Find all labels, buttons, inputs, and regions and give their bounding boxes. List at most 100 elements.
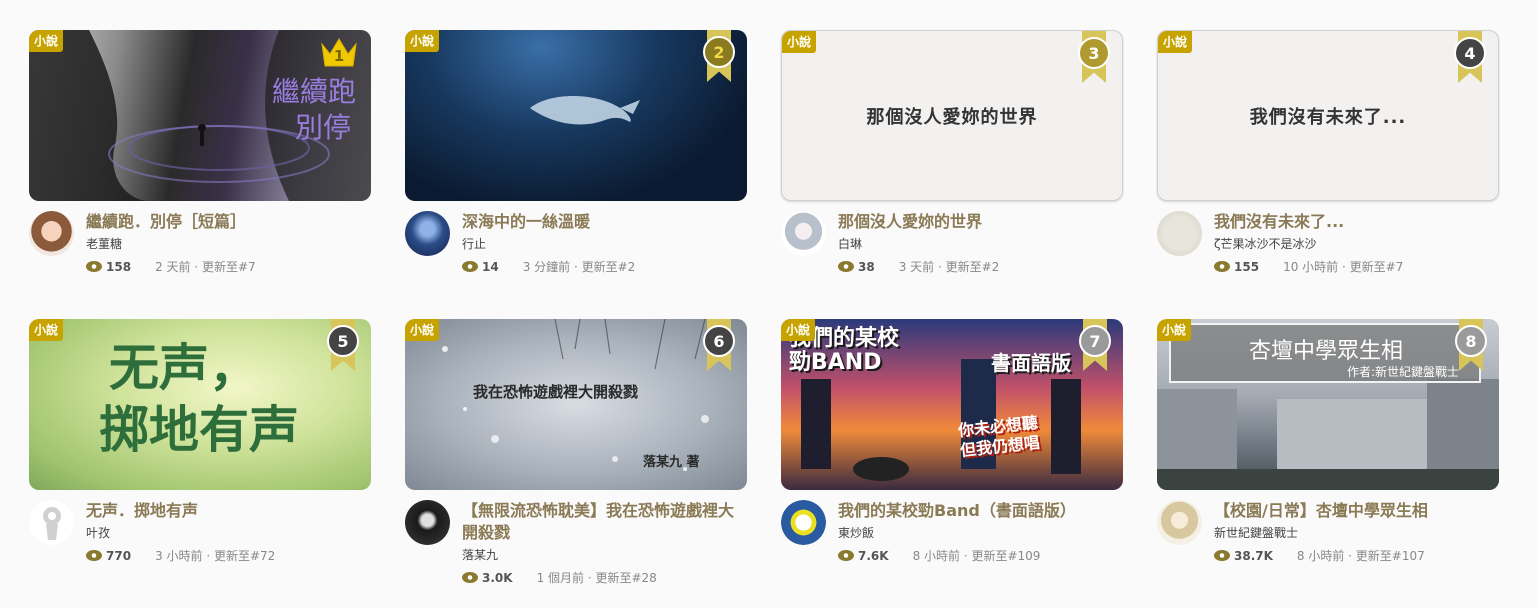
author-name[interactable]: 行止: [462, 236, 747, 252]
update-info: 3 天前 · 更新至#2: [898, 260, 1000, 274]
cover-image[interactable]: 那個沒人愛妳的世界 小說 3: [781, 30, 1123, 201]
eye-icon: [838, 550, 854, 561]
update-info: 8 小時前 · 更新至#109: [912, 549, 1041, 563]
view-count: 155: [1234, 259, 1260, 274]
rank-number: 6: [703, 325, 735, 357]
rank-badge: 7: [1079, 319, 1111, 371]
cover-title: 杏壇中學眾生相: [1249, 339, 1404, 364]
novel-card[interactable]: 我們的某校 勁BAND 書面語版 你未必想聽 但我仍想唱 小說 7 我們的某校勁…: [781, 319, 1123, 608]
novel-title[interactable]: 无声．掷地有声: [86, 500, 371, 522]
cover-image[interactable]: 杏壇中學眾生相 作者:新世紀鍵盤戰士 小說 8: [1157, 319, 1499, 490]
cover-title: 我在恐怖遊戲裡大開殺戮: [473, 383, 639, 401]
category-tag: 小說: [781, 319, 816, 341]
novel-title[interactable]: 【校園/日常】杏壇中學眾生相: [1214, 500, 1499, 522]
rank-badge: 6: [703, 319, 735, 371]
category-tag: 小說: [405, 319, 440, 341]
rank-number: 4: [1454, 37, 1486, 69]
eye-icon: [86, 550, 102, 561]
author-avatar[interactable]: [405, 500, 450, 545]
cover-title: 那個沒人愛妳的世界: [866, 106, 1038, 128]
novel-card[interactable]: 无声， 掷地有声 小說 5 无声．掷地有声 叶孜 770 3 小時前 · 更新至…: [29, 319, 371, 608]
view-count: 38.7K: [1234, 548, 1273, 563]
rank-badge: 8: [1455, 319, 1487, 371]
novel-card[interactable]: 我在恐怖遊戲裡大開殺戮 落某九 著 小說 6 【無限流恐怖耽美】我在恐怖遊戲裡大…: [405, 319, 747, 608]
cover-author: 作者:新世紀鍵盤戰士: [1346, 365, 1459, 379]
view-count: 38: [858, 259, 875, 274]
category-tag: 小說: [29, 30, 64, 52]
author-name[interactable]: ζ芒果冰沙不是冰沙: [1214, 236, 1499, 252]
novel-card[interactable]: 小說 2 深海中的一絲溫暖 行止 14 3 分鐘前 · 更新至#2: [405, 30, 747, 319]
novel-title[interactable]: 繼續跑．別停［短篇］: [86, 211, 371, 233]
eye-icon: [1214, 550, 1230, 561]
update-info: 8 小時前 · 更新至#107: [1296, 549, 1425, 563]
novel-card[interactable]: 那個沒人愛妳的世界 小說 3 那個沒人愛妳的世界 白琳 38 3 天前 · 更新…: [781, 30, 1123, 319]
category-tag: 小說: [405, 30, 440, 52]
rank-badge: 4: [1454, 31, 1486, 83]
rank-number: 5: [327, 325, 359, 357]
cover-image[interactable]: 我們沒有未來了... 小說 4: [1157, 30, 1499, 201]
category-tag: 小說: [29, 319, 64, 341]
novel-title[interactable]: 我們的某校勁Band（書面語版）: [838, 500, 1123, 522]
author-name[interactable]: 新世紀鍵盤戰士: [1214, 525, 1499, 541]
cover-title: 繼續跑 別停: [271, 75, 356, 144]
category-tag: 小說: [1157, 319, 1192, 341]
cover-author: 落某九 著: [643, 455, 700, 470]
novel-title[interactable]: 【無限流恐怖耽美】我在恐怖遊戲裡大開殺戮: [462, 500, 747, 544]
novel-title[interactable]: 深海中的一絲溫暖: [462, 211, 747, 233]
eye-icon: [86, 261, 102, 272]
author-avatar[interactable]: [781, 211, 826, 256]
author-avatar[interactable]: [29, 211, 74, 256]
update-info: 2 天前 · 更新至#7: [155, 260, 256, 274]
author-name[interactable]: 叶孜: [86, 525, 371, 541]
cover-title: 我們沒有未來了...: [1249, 106, 1407, 128]
rank-number: 7: [1079, 325, 1111, 357]
rank-number: 2: [703, 36, 735, 68]
rank-number: 8: [1455, 325, 1487, 357]
rank-badge: 5: [327, 319, 359, 371]
cover-image[interactable]: 我在恐怖遊戲裡大開殺戮 落某九 著 小說 6: [405, 319, 747, 490]
update-info: 1 個月前 · 更新至#28: [536, 571, 657, 585]
cover-slogan: 你未必想聽 但我仍想唱: [957, 412, 1041, 461]
whale-illustration: [530, 96, 640, 125]
view-count: 158: [106, 259, 132, 274]
view-count: 3.0K: [482, 570, 513, 585]
crown-icon: 1: [319, 34, 359, 68]
category-tag: 小說: [1158, 31, 1193, 53]
rank-badge: 3: [1078, 31, 1110, 83]
cover-image[interactable]: 小說 2: [405, 30, 747, 201]
eye-icon: [1214, 261, 1230, 272]
cover-subtitle: 書面語版: [991, 351, 1071, 375]
author-avatar[interactable]: [405, 211, 450, 256]
author-name[interactable]: 白琳: [838, 236, 1123, 252]
cover-image[interactable]: 繼續跑 別停 小說 1: [29, 30, 371, 201]
category-tag: 小說: [782, 31, 817, 53]
rank-badge: 2: [703, 30, 735, 82]
default-avatar-icon: [42, 506, 61, 540]
author-avatar[interactable]: [1157, 211, 1202, 256]
novel-card[interactable]: 杏壇中學眾生相 作者:新世紀鍵盤戰士 小說 8 【校園/日常】杏壇中學眾生相 新…: [1157, 319, 1499, 608]
eye-icon: [462, 261, 478, 272]
novel-card[interactable]: 我們沒有未來了... 小說 4 我們沒有未來了... ζ芒果冰沙不是冰沙 155…: [1157, 30, 1499, 319]
view-count: 7.6K: [858, 548, 889, 563]
author-avatar[interactable]: [1157, 500, 1202, 545]
update-info: 10 小時前 · 更新至#7: [1283, 260, 1404, 274]
author-name[interactable]: 老菫糖: [86, 236, 371, 252]
novel-title[interactable]: 那個沒人愛妳的世界: [838, 211, 1123, 233]
view-count: 770: [106, 548, 132, 563]
eye-icon: [462, 572, 478, 583]
eye-icon: [838, 261, 854, 272]
novel-card[interactable]: 繼續跑 別停 小說 1 繼續跑．別停［短篇］ 老菫糖 158 2 天前 · 更新…: [29, 30, 371, 319]
author-avatar[interactable]: [781, 500, 826, 545]
author-name[interactable]: 落某九: [462, 547, 747, 563]
cover-image[interactable]: 无声， 掷地有声 小說 5: [29, 319, 371, 490]
novel-title[interactable]: 我們沒有未來了...: [1214, 211, 1499, 233]
author-name[interactable]: 東炒飯: [838, 525, 1123, 541]
update-info: 3 小時前 · 更新至#72: [155, 549, 276, 563]
cover-title-box: 杏壇中學眾生相 作者:新世紀鍵盤戰士: [1169, 323, 1481, 383]
cover-image[interactable]: 我們的某校 勁BAND 書面語版 你未必想聽 但我仍想唱 小說 7: [781, 319, 1123, 490]
cover-title: 无声， 掷地有声: [99, 338, 299, 459]
author-avatar[interactable]: [29, 500, 74, 545]
update-info: 3 分鐘前 · 更新至#2: [522, 260, 636, 274]
rank-number: 3: [1078, 37, 1110, 69]
novel-ranking-grid: 繼續跑 別停 小說 1 繼續跑．別停［短篇］ 老菫糖 158 2 天前 · 更新…: [29, 30, 1499, 608]
